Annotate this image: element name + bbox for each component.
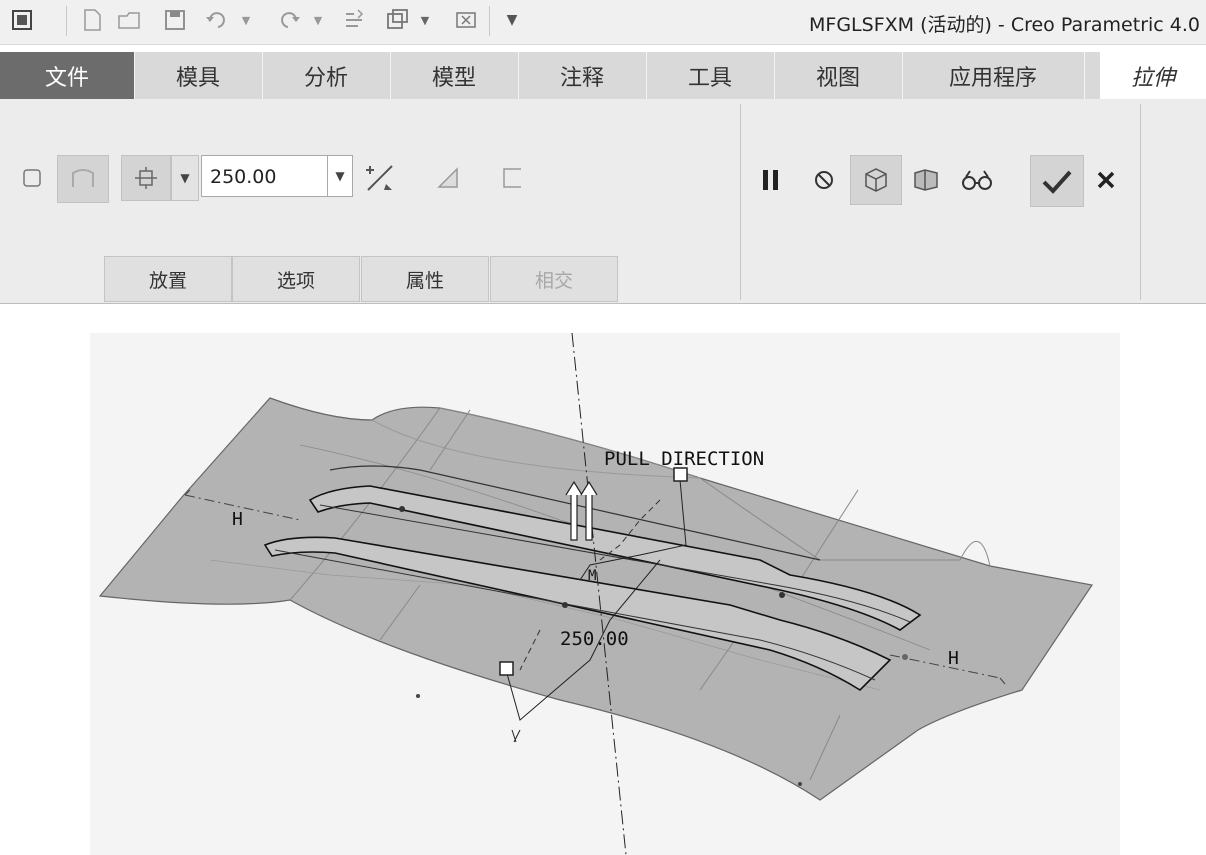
depth-option-dropdown-icon[interactable]: ▼ xyxy=(171,155,199,201)
flip-direction-icon[interactable] xyxy=(360,157,400,199)
tab-applications[interactable]: 应用程序 xyxy=(902,52,1085,99)
model-view[interactable]: PULL DIRECTION 250.00 H H M xyxy=(90,333,1120,855)
depth-value-input[interactable] xyxy=(208,162,328,192)
no-preview-icon[interactable] xyxy=(804,159,844,201)
plane-label-left: H xyxy=(232,509,243,530)
ok-button[interactable] xyxy=(1030,155,1084,207)
regenerate-icon[interactable] xyxy=(342,8,366,32)
depth-value-dropdown-icon[interactable]: ▼ xyxy=(327,156,352,196)
remove-material-icon[interactable] xyxy=(428,157,468,199)
cancel-button[interactable] xyxy=(1086,159,1126,201)
tab-view[interactable]: 视图 xyxy=(774,52,903,99)
customize-icon[interactable]: ▼ xyxy=(500,8,524,32)
open-folder-icon[interactable] xyxy=(117,8,141,32)
undo-icon[interactable] xyxy=(204,8,228,32)
depth-value-field[interactable]: ▼ xyxy=(201,155,353,197)
feature-preview-icon[interactable] xyxy=(906,159,946,201)
window-icon[interactable] xyxy=(385,8,409,32)
depth-dimension-label[interactable]: 250.00 xyxy=(560,628,629,650)
tab-annotate[interactable]: 注释 xyxy=(518,52,647,99)
title-bar: ▼ ▼ ▼ ▼ MFGLSFXM (活动的) - Creo Parametric… xyxy=(0,0,1206,45)
menu-bar: 文件 模具 分析 模型 注释 工具 视图 应用程序 拉伸 xyxy=(0,52,1206,99)
redo-dropdown-icon[interactable]: ▼ xyxy=(306,8,330,32)
surface-extrude-icon[interactable] xyxy=(57,155,109,203)
window-title: MFGLSFXM (活动的) - Creo Parametric 4.0 xyxy=(809,14,1200,36)
pull-direction-label: PULL DIRECTION xyxy=(604,448,764,470)
tab-properties[interactable]: 属性 xyxy=(361,256,489,302)
app-menu-icon[interactable] xyxy=(10,8,34,32)
drag-handle-bottom xyxy=(499,661,514,676)
tab-placement[interactable]: 放置 xyxy=(104,256,232,302)
tab-extrude[interactable]: 拉伸 xyxy=(1100,52,1206,99)
thicken-sketch-icon[interactable] xyxy=(492,157,532,199)
undo-dropdown-icon[interactable]: ▼ xyxy=(234,8,258,32)
plane-label-right: H xyxy=(948,648,959,669)
tab-intersect: 相交 xyxy=(490,256,618,302)
close-window-icon[interactable] xyxy=(454,8,478,32)
tab-file[interactable]: 文件 xyxy=(0,52,135,99)
window-dropdown-icon[interactable]: ▼ xyxy=(413,8,437,32)
svg-text:M: M xyxy=(588,568,596,584)
graphics-viewport[interactable]: PULL DIRECTION 250.00 H H M xyxy=(90,333,1120,855)
tab-model[interactable]: 模型 xyxy=(390,52,519,99)
depth-option-icon[interactable] xyxy=(121,155,171,201)
solid-extrude-icon[interactable] xyxy=(12,157,52,199)
tab-analysis[interactable]: 分析 xyxy=(262,52,391,99)
redo-icon[interactable] xyxy=(276,8,300,32)
tab-mold[interactable]: 模具 xyxy=(134,52,263,99)
pause-icon[interactable] xyxy=(751,159,791,201)
geometry-preview-icon[interactable] xyxy=(850,155,902,205)
tab-options[interactable]: 选项 xyxy=(232,256,360,302)
save-icon[interactable] xyxy=(163,8,187,32)
new-file-icon[interactable] xyxy=(80,8,104,32)
verify-mode-icon[interactable] xyxy=(957,159,997,201)
tab-tools[interactable]: 工具 xyxy=(646,52,775,99)
